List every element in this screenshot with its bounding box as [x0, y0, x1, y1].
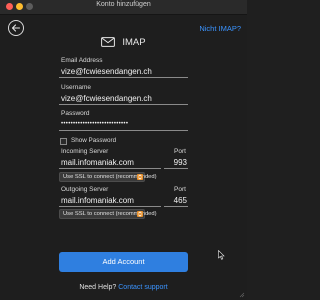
username-label: Username	[61, 84, 91, 91]
incoming-ssl-select[interactable]: Use SSL to connect (recommended)	[59, 172, 157, 182]
outgoing-server-value: mail.infomaniak.com	[61, 196, 134, 205]
resize-grip-icon[interactable]	[239, 292, 245, 298]
incoming-port-value: 993	[173, 158, 187, 167]
password-underline	[59, 130, 188, 131]
help-text: Need Help?	[79, 284, 117, 291]
not-imap-link[interactable]: Nicht IMAP?	[199, 24, 241, 33]
title-bar: Konto hinzufügen	[0, 0, 247, 15]
outgoing-server-underline	[59, 206, 161, 207]
add-account-button[interactable]: Add Account	[59, 252, 188, 272]
email-label: Email Address	[61, 57, 103, 64]
username-field[interactable]: vize@fcwiesendangen.ch	[59, 91, 188, 105]
add-account-window: Konto hinzufügen Nicht IMAP? IMAP Email …	[0, 0, 247, 300]
provider-header: IMAP	[0, 37, 247, 48]
outgoing-server-label: Outgoing Server	[61, 186, 109, 193]
incoming-server-field[interactable]: mail.infomaniak.com	[59, 155, 161, 169]
mouse-cursor-icon	[218, 250, 225, 260]
incoming-server-underline	[59, 168, 161, 169]
incoming-port-label: Port	[174, 148, 186, 155]
arrow-left-icon	[11, 24, 21, 32]
contact-support-link[interactable]: Contact support	[118, 284, 167, 291]
outgoing-port-underline	[164, 206, 188, 207]
incoming-server-label: Incoming Server	[61, 148, 109, 155]
provider-name: IMAP	[122, 37, 146, 48]
outgoing-port-value: 465	[173, 196, 187, 205]
chevron-updown-icon	[137, 174, 143, 180]
incoming-port-field[interactable]: 993	[164, 155, 188, 169]
chevron-updown-icon	[137, 211, 143, 217]
outgoing-server-field[interactable]: mail.infomaniak.com	[59, 193, 161, 207]
outgoing-ssl-select[interactable]: Use SSL to connect (recommended)	[59, 209, 157, 219]
username-value: vize@fcwiesendangen.ch	[61, 94, 152, 103]
username-underline	[59, 104, 188, 105]
incoming-port-underline	[164, 168, 188, 169]
email-field[interactable]: vize@fcwiesendangen.ch	[59, 64, 188, 78]
password-label: Password	[61, 110, 90, 117]
password-mask: ••••••••••••••••••••••••••••	[61, 121, 129, 127]
back-button[interactable]	[8, 20, 24, 36]
show-password-label[interactable]: Show Password	[71, 137, 116, 144]
envelope-icon	[101, 37, 116, 47]
window-title: Konto hinzufügen	[96, 1, 151, 8]
outgoing-port-field[interactable]: 465	[164, 193, 188, 207]
incoming-server-value: mail.infomaniak.com	[61, 158, 134, 167]
email-value: vize@fcwiesendangen.ch	[61, 67, 152, 76]
outgoing-port-label: Port	[174, 186, 186, 193]
help-footer: Need Help? Contact support	[0, 284, 247, 291]
password-field[interactable]: ••••••••••••••••••••••••••••	[59, 117, 188, 131]
email-underline	[59, 77, 188, 78]
show-password-checkbox[interactable]	[60, 138, 67, 145]
